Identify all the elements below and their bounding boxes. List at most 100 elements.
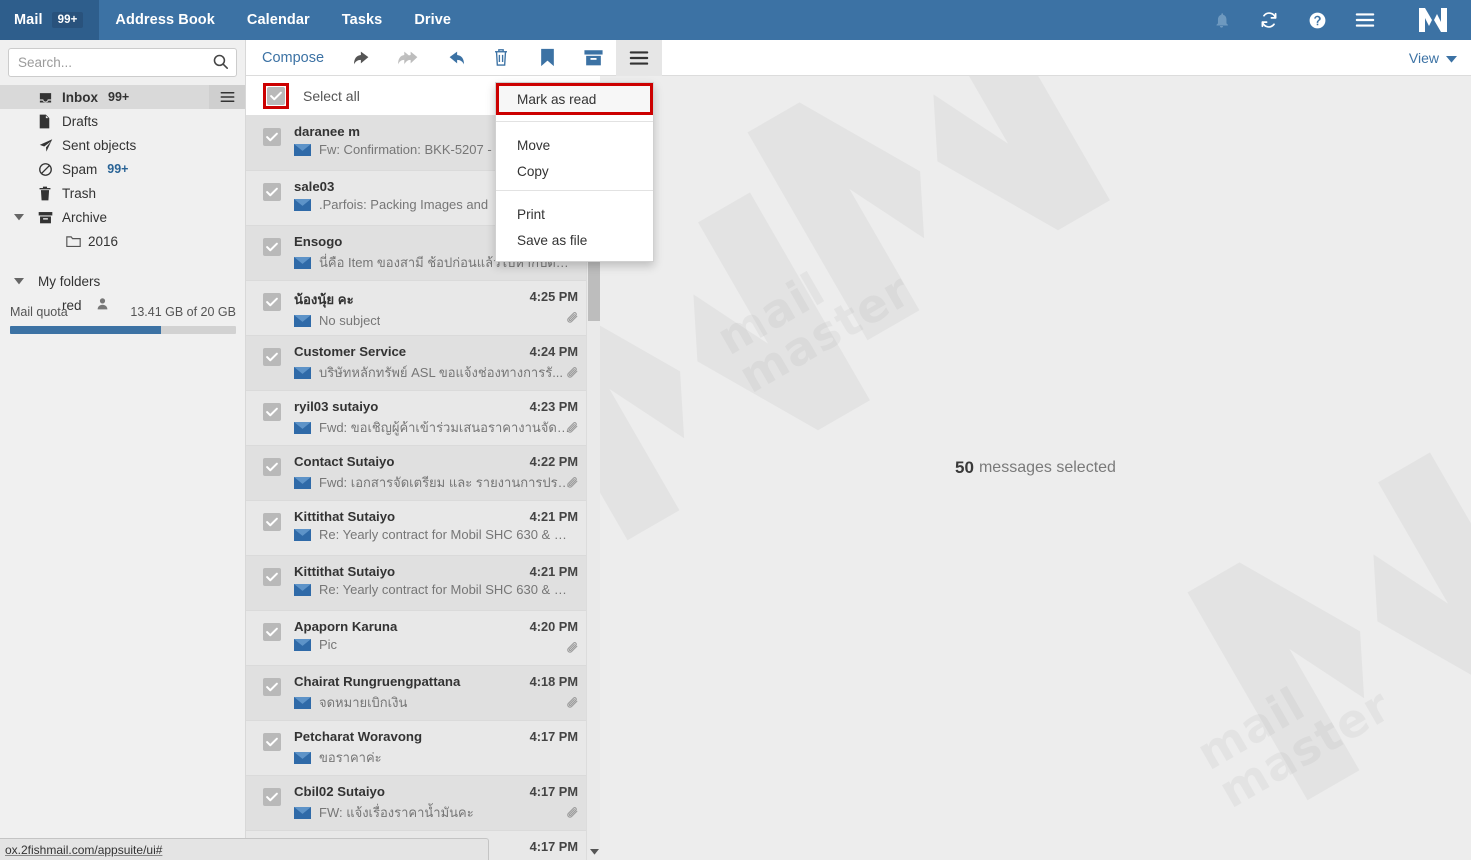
table-row[interactable]: น้องนุ้ย คะ No subject 4:25 PM: [246, 281, 600, 336]
sidebar-folder-2016[interactable]: 2016: [0, 229, 245, 253]
menu-item-copy[interactable]: Copy: [496, 158, 653, 184]
sidebar-section-my-folders-label: My folders: [38, 273, 101, 289]
row-checkbox[interactable]: [263, 733, 281, 751]
my-folders-expand-chevron-icon[interactable]: [12, 269, 26, 293]
row-checkbox[interactable]: [263, 128, 281, 146]
topnav-tab-mail-label: Mail: [14, 12, 43, 28]
archive-icon: [38, 205, 53, 229]
sidebar-folder-spam-label: Spam: [62, 161, 98, 177]
row-time: 4:22 PM: [529, 454, 578, 469]
unread-envelope-icon: [294, 751, 311, 764]
row-subject: Pic: [319, 637, 338, 652]
delete-icon[interactable]: [478, 40, 524, 76]
more-actions-icon[interactable]: [616, 39, 663, 76]
search-box[interactable]: [8, 48, 237, 77]
archive-icon[interactable]: [570, 40, 616, 76]
search-icon[interactable]: [212, 53, 229, 75]
select-all-label: Select all: [303, 87, 360, 104]
row-checkbox[interactable]: [263, 348, 281, 366]
archive-expand-chevron-icon[interactable]: [12, 205, 26, 229]
table-row[interactable]: Cbil02 Sutaiyo FW: แจ้งเรื่องราคาน้ำมันค…: [246, 776, 600, 831]
menu-item-mark-as-read[interactable]: Mark as read: [496, 83, 653, 115]
row-subject-line: จดหมายเบิกเงิน: [294, 692, 578, 713]
row-sender: ryil03 sutaiyo: [294, 399, 379, 414]
row-sender: Contact Sutaiyo: [294, 454, 395, 469]
row-checkbox[interactable]: [263, 788, 281, 806]
row-checkbox[interactable]: [263, 678, 281, 696]
table-row[interactable]: Apaporn Karuna Pic 4:20 PM: [246, 611, 600, 666]
row-checkbox[interactable]: [263, 403, 281, 421]
menu-item-mark-as-read-label: Mark as read: [517, 91, 597, 107]
row-checkbox[interactable]: [263, 238, 281, 256]
topnav-tab-address-book[interactable]: Address Book: [99, 0, 231, 40]
table-row[interactable]: Kittithat Sutaiyo Re: Yearly contract fo…: [246, 501, 600, 556]
sidebar-folder-drafts[interactable]: Drafts: [0, 109, 245, 133]
menu-group-print-save: Print Save as file: [496, 197, 653, 261]
flag-icon[interactable]: [524, 40, 570, 76]
row-sender: sale03: [294, 179, 335, 194]
row-sender: Petcharat Woravong: [294, 729, 422, 744]
menu-item-save-as-file[interactable]: Save as file: [496, 227, 653, 253]
topnav-tab-drive[interactable]: Drive: [398, 0, 467, 40]
reply-icon[interactable]: [340, 40, 386, 76]
row-checkbox[interactable]: [263, 513, 281, 531]
row-checkbox[interactable]: [263, 568, 281, 586]
mail-master-logo-icon[interactable]: [1405, 0, 1461, 40]
topnav-tab-tasks[interactable]: Tasks: [326, 0, 399, 40]
row-time: 4:25 PM: [529, 289, 578, 304]
menu-item-print[interactable]: Print: [496, 201, 653, 227]
attachment-icon: [566, 696, 580, 715]
table-row[interactable]: Contact Sutaiyo Fwd: เอกสารจัดเตรียม และ…: [246, 446, 600, 501]
unread-envelope-icon: [294, 476, 311, 489]
select-all-checkbox[interactable]: [267, 86, 285, 105]
table-row[interactable]: ryil03 sutaiyo Fwd: ขอเชิญผู้ค้าเข้าร่วม…: [246, 391, 600, 446]
sidebar-folder-sent-label: Sent objects: [62, 137, 137, 153]
sidebar-folder-inbox[interactable]: Inbox 99+: [0, 85, 245, 109]
attachment-icon: [566, 641, 580, 660]
row-subject: Fwd: ขอเชิญผู้ค้าเข้าร่วมเสนอราคางานจัดห…: [319, 420, 571, 435]
menu-item-print-label: Print: [517, 206, 545, 222]
scroll-down-arrow-icon[interactable]: [587, 844, 600, 860]
reply-all-icon[interactable]: [386, 40, 432, 76]
row-checkbox[interactable]: [263, 293, 281, 311]
sidebar-section-my-folders[interactable]: My folders: [0, 269, 245, 293]
help-icon[interactable]: [1293, 0, 1341, 40]
compose-button[interactable]: Compose: [246, 40, 340, 76]
menu-item-move[interactable]: Move: [496, 132, 653, 158]
inbox-folder-menu-icon[interactable]: [209, 85, 245, 109]
bell-icon[interactable]: [1197, 0, 1245, 40]
table-row[interactable]: Kittithat Sutaiyo Re: Yearly contract fo…: [246, 556, 600, 611]
mail-quota-value: 13.41 GB of 20 GB: [130, 305, 236, 319]
sidebar-folder-spam[interactable]: Spam 99+: [0, 157, 245, 181]
app-menu-icon[interactable]: [1341, 0, 1389, 40]
sidebar-folder-archive[interactable]: Archive: [0, 205, 245, 229]
sidebar-folder-sent[interactable]: Sent objects: [0, 133, 245, 157]
search-input[interactable]: [9, 49, 236, 76]
topnav-tab-mail[interactable]: Mail 99+: [0, 0, 100, 40]
message-list-scrollbar-thumb[interactable]: [588, 257, 600, 321]
row-subject-line: Re: Yearly contract for Mobil SHC 630 & …: [294, 582, 578, 597]
top-navigation-bar: Mail 99+ Address Book Calendar Tasks Dri…: [0, 0, 1471, 40]
menu-divider-2: [496, 190, 653, 191]
unread-envelope-icon: [294, 143, 311, 156]
unread-envelope-icon: [294, 806, 311, 819]
more-actions-dropdown-menu: Mark as read Move Copy Print Save as fil…: [495, 82, 654, 262]
forward-icon[interactable]: [432, 40, 478, 76]
row-checkbox[interactable]: [263, 623, 281, 641]
row-checkbox[interactable]: [263, 183, 281, 201]
view-dropdown-button[interactable]: View: [1409, 40, 1457, 76]
topnav-tab-calendar-label: Calendar: [246, 12, 310, 28]
mail-quota-bar-fill: [10, 326, 162, 334]
row-sender: Chairat Rungruengpattana: [294, 674, 461, 689]
inbox-icon: [38, 85, 53, 109]
row-checkbox[interactable]: [263, 458, 281, 476]
sidebar-folder-archive-label: Archive: [62, 209, 108, 225]
sidebar-folder-trash[interactable]: Trash: [0, 181, 245, 205]
topnav-tab-calendar[interactable]: Calendar: [231, 0, 326, 40]
table-row[interactable]: Petcharat Woravong ขอราคาค่ะ 4:17 PM: [246, 721, 600, 776]
menu-item-copy-label: Copy: [517, 163, 549, 179]
table-row[interactable]: Customer Service บริษัทหลักทรัพย์ ASL ขอ…: [246, 336, 600, 391]
compose-button-label: Compose: [262, 49, 325, 66]
refresh-icon[interactable]: [1245, 0, 1293, 40]
table-row[interactable]: Chairat Rungruengpattana จดหมายเบิกเงิน …: [246, 666, 600, 721]
